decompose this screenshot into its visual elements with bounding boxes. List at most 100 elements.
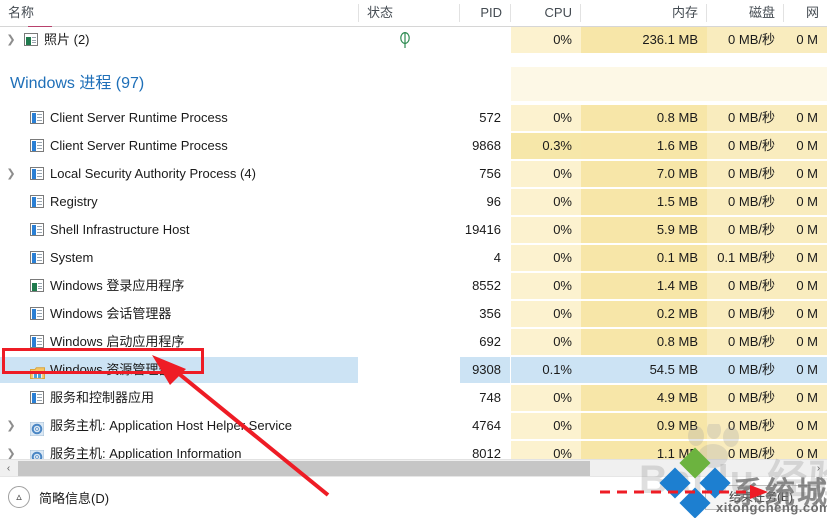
app-photo-icon xyxy=(24,33,38,46)
column-header-cpu[interactable]: CPU xyxy=(511,0,580,26)
process-name-label: 服务主机: Application Information xyxy=(50,446,242,459)
process-network-cell: 0 M xyxy=(796,418,818,433)
leaf-suspended-icon xyxy=(400,31,410,48)
process-network-cell: 0 M xyxy=(796,194,818,209)
process-disk-cell: 0 MB/秒 xyxy=(728,138,775,153)
scroll-left-arrow-icon[interactable]: ‹ xyxy=(0,460,17,477)
column-header-status[interactable]: 状态 xyxy=(359,0,459,26)
process-cpu-cell: 0% xyxy=(553,32,572,47)
app-icon xyxy=(30,111,44,124)
group-header-tint xyxy=(511,67,827,101)
process-name-cell[interactable]: Windows 会话管理器 xyxy=(0,301,358,327)
process-network-cell: 0 M xyxy=(796,306,818,321)
process-pid-cell: 8552 xyxy=(472,278,501,293)
process-status-cell xyxy=(359,357,459,383)
process-name-label: Local Security Authority Process (4) xyxy=(50,166,256,181)
process-name-label: Registry xyxy=(50,194,98,209)
process-memory-cell: 0.8 MB xyxy=(656,110,698,125)
process-status-cell xyxy=(359,329,459,355)
column-header-disk[interactable]: 磁盘 xyxy=(707,0,783,26)
process-row[interactable]: Client Server Runtime Process 572 0% 0.8 MB… xyxy=(0,105,827,131)
process-name-cell[interactable]: ❯ 照片 (2) xyxy=(0,27,358,53)
chevron-right-icon[interactable]: ❯ xyxy=(4,441,18,459)
chevron-right-icon[interactable]: ❯ xyxy=(4,161,18,187)
process-cpu-cell: 0% xyxy=(553,110,572,125)
process-memory-cell: 1.5 MB xyxy=(656,194,698,209)
process-disk-cell: 0 MB/秒 xyxy=(728,278,775,293)
process-name-label: Windows 登录应用程序 xyxy=(50,278,185,293)
process-pid-cell: 692 xyxy=(479,334,501,349)
process-name-label: 服务和控制器应用 xyxy=(50,390,155,405)
process-pid-cell: 19416 xyxy=(464,222,501,237)
process-pid-cell: 9868 xyxy=(472,138,501,153)
process-name-cell[interactable]: 服务和控制器应用 xyxy=(0,385,358,411)
process-row[interactable]: Windows 资源管理器 9308 0.1% 54.5 MB 0 MB/秒 0 M xyxy=(0,357,827,383)
process-status-cell xyxy=(359,189,459,215)
process-name-cell[interactable]: Windows 资源管理器 xyxy=(0,357,358,383)
process-name-cell[interactable]: System xyxy=(0,245,358,271)
process-list[interactable]: ❯ 照片 (2) 0% 236.1 MB 0 MB/秒 0 M Windows 进程 (97… xyxy=(0,27,827,459)
gear-icon xyxy=(29,419,45,437)
process-status-cell xyxy=(359,105,459,131)
process-name-cell[interactable]: ❯ 服务主机: Application Host Helper Service xyxy=(0,413,358,439)
process-row[interactable]: Windows 会话管理器 356 0% 0.2 MB 0 MB/秒 0 M xyxy=(0,301,827,327)
app-icon xyxy=(30,195,44,208)
process-pid-cell: 4764 xyxy=(472,418,501,433)
process-status-cell xyxy=(359,161,459,187)
process-status-cell xyxy=(359,441,459,459)
chevron-right-icon[interactable]: ❯ xyxy=(4,413,18,439)
process-name-cell[interactable]: Windows 启动应用程序 xyxy=(0,329,358,355)
process-row[interactable]: System 4 0% 0.1 MB 0.1 MB/秒 0 M xyxy=(0,245,827,271)
process-name-cell[interactable]: Client Server Runtime Process xyxy=(0,105,358,131)
process-name-cell[interactable]: Registry xyxy=(0,189,358,215)
process-name-label: System xyxy=(50,250,94,265)
process-disk-cell: 0 MB/秒 xyxy=(728,334,775,349)
column-header-memory[interactable]: 内存 xyxy=(581,0,706,26)
process-pid-cell: 9308 xyxy=(472,362,501,377)
column-header-pid[interactable]: PID xyxy=(460,0,510,26)
process-name-cell[interactable]: ❯ Local Security Authority Process (4) xyxy=(0,161,358,187)
process-row[interactable]: Client Server Runtime Process 9868 0.3% 1.6… xyxy=(0,133,827,159)
process-name-cell[interactable]: Windows 登录应用程序 xyxy=(0,273,358,299)
process-name-label: Windows 启动应用程序 xyxy=(50,334,185,349)
process-network-cell: 0 M xyxy=(796,334,818,349)
app-icon xyxy=(30,335,44,348)
process-disk-cell: 0 MB/秒 xyxy=(728,418,775,433)
process-disk-cell: 0 MB/秒 xyxy=(728,110,775,125)
process-name-label: Windows 会话管理器 xyxy=(50,306,172,321)
process-pid-cell xyxy=(460,27,510,53)
process-name-cell[interactable]: Client Server Runtime Process xyxy=(0,133,358,159)
process-row[interactable]: Registry 96 0% 1.5 MB 0 MB/秒 0 M xyxy=(0,189,827,215)
process-pid-cell: 96 xyxy=(486,194,501,209)
scrollbar-thumb[interactable] xyxy=(18,461,590,476)
process-cpu-cell: 0% xyxy=(553,194,572,209)
process-network-cell: 0 M xyxy=(796,278,818,293)
chevron-right-icon[interactable]: ❯ xyxy=(4,27,18,53)
process-memory-cell: 1.6 MB xyxy=(656,138,698,153)
process-row[interactable]: ❯ 服务主机: Application Host Helper Service 47… xyxy=(0,413,827,439)
process-disk-cell: 0 MB/秒 xyxy=(728,390,775,405)
process-status-cell xyxy=(359,133,459,159)
folder-icon xyxy=(30,363,45,379)
process-row[interactable]: Windows 启动应用程序 692 0% 0.8 MB 0 MB/秒 0 M xyxy=(0,329,827,355)
process-pid-cell: 572 xyxy=(479,110,501,125)
process-name-cell[interactable]: ❯ 服务主机: Application Information xyxy=(0,441,358,459)
process-status-cell xyxy=(359,217,459,243)
process-row[interactable]: ❯ Local Security Authority Process (4) 756… xyxy=(0,161,827,187)
process-cpu-cell: 0% xyxy=(553,278,572,293)
process-name-cell[interactable]: Shell Infrastructure Host xyxy=(0,217,358,243)
process-memory-cell: 54.5 MB xyxy=(649,362,698,377)
process-cpu-cell: 0.1% xyxy=(542,362,572,377)
process-row[interactable]: Windows 登录应用程序 8552 0% 1.4 MB 0 MB/秒 0 M xyxy=(0,273,827,299)
process-network-cell: 0 M xyxy=(796,390,818,405)
column-header-network[interactable]: 网 xyxy=(784,0,827,26)
column-header-name[interactable]: 名称 xyxy=(0,0,358,26)
app-green-icon xyxy=(30,279,44,292)
process-network-cell: 0 M xyxy=(796,110,818,125)
fewer-details-button[interactable]: ▵ 简略信息(D) xyxy=(8,484,109,510)
process-name-label: 服务主机: Application Host Helper Service xyxy=(50,418,293,433)
process-row[interactable]: 服务和控制器应用 748 0% 4.9 MB 0 MB/秒 0 M xyxy=(0,385,827,411)
process-row[interactable]: ❯ 照片 (2) 0% 236.1 MB 0 MB/秒 0 M xyxy=(0,27,827,53)
process-memory-cell: 236.1 MB xyxy=(642,32,698,47)
process-row[interactable]: Shell Infrastructure Host 19416 0% 5.9 MB 0 … xyxy=(0,217,827,243)
